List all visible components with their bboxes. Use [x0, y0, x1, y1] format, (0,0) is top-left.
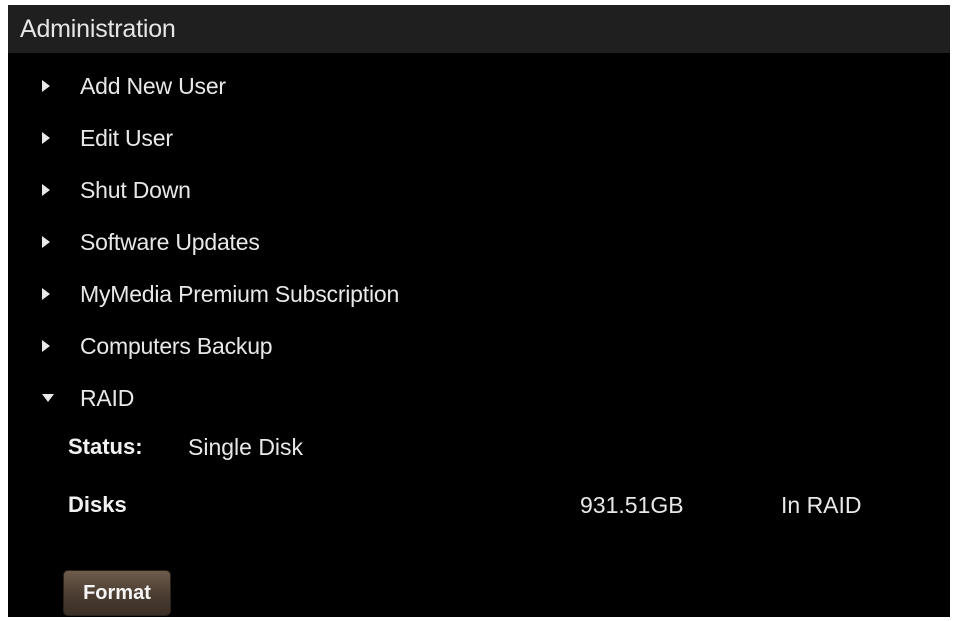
disk-size: 931.51GB — [580, 492, 684, 518]
menu-item-shut-down[interactable]: Shut Down — [8, 164, 950, 216]
disks-label: Disks — [68, 492, 127, 517]
triangle-right-icon — [8, 288, 80, 300]
format-button[interactable]: Format — [63, 570, 171, 616]
triangle-right-icon — [8, 184, 80, 196]
status-value: Single Disk — [188, 433, 304, 460]
menu-item-label: Add New User — [80, 72, 226, 99]
menu-item-mymedia-premium-subscription[interactable]: MyMedia Premium Subscription — [8, 268, 950, 320]
menu-item-label: MyMedia Premium Subscription — [80, 280, 400, 307]
raid-details: Status: Single Disk Disks 931.51GB In RA… — [68, 430, 928, 522]
administration-panel: Administration Add New User Edit User Sh… — [8, 5, 950, 617]
disk-raid-state: In RAID — [781, 492, 862, 518]
triangle-right-icon — [8, 80, 80, 92]
menu-item-label: RAID — [80, 384, 135, 411]
menu-item-label: Computers Backup — [80, 332, 273, 359]
disk-row: Disks 931.51GB In RAID — [68, 488, 928, 522]
admin-menu: Add New User Edit User Shut Down Softwar… — [8, 60, 950, 424]
menu-item-software-updates[interactable]: Software Updates — [8, 216, 950, 268]
menu-item-edit-user[interactable]: Edit User — [8, 112, 950, 164]
panel-title: Administration — [20, 14, 176, 43]
panel-header: Administration — [8, 5, 950, 53]
menu-item-label: Software Updates — [80, 228, 260, 255]
triangle-right-icon — [8, 236, 80, 248]
triangle-right-icon — [8, 340, 80, 352]
menu-item-raid[interactable]: RAID — [8, 372, 950, 424]
triangle-right-icon — [8, 132, 80, 144]
menu-item-computers-backup[interactable]: Computers Backup — [8, 320, 950, 372]
menu-item-label: Shut Down — [80, 176, 191, 203]
triangle-down-icon — [8, 394, 80, 402]
menu-item-add-new-user[interactable]: Add New User — [8, 60, 950, 112]
status-label: Status: — [68, 434, 143, 459]
menu-item-label: Edit User — [80, 124, 173, 151]
raid-status-row: Status: Single Disk — [68, 430, 928, 464]
